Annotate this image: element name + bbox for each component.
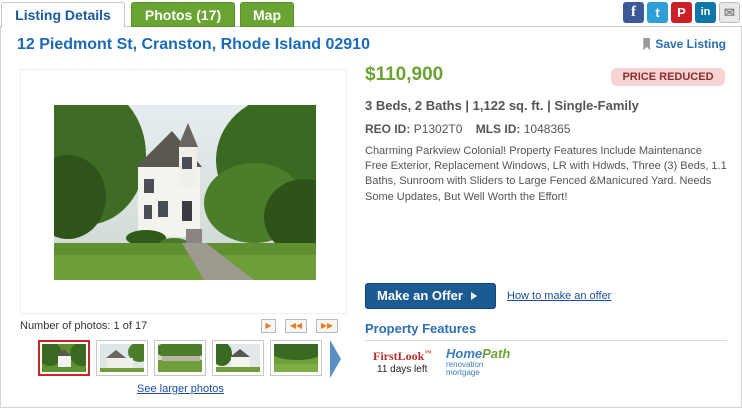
photo-thumbnail-4[interactable] xyxy=(212,340,264,376)
listing-address-title: 12 Piedmont St, Cranston, Rhode Island 0… xyxy=(17,36,370,53)
property-features-divider xyxy=(365,340,727,341)
photo-thumbnail-3[interactable] xyxy=(154,340,206,376)
listing-ids: REO ID: P1302T0 MLS ID: 1048365 xyxy=(365,122,570,136)
photo-thumbnail-5[interactable] xyxy=(270,340,322,376)
photo-count-text: Number of photos: 1 of 17 xyxy=(20,320,148,332)
main-photo-frame xyxy=(20,69,347,314)
price-reduced-badge: PRICE REDUCED xyxy=(611,68,725,86)
photo-thumbnail-2[interactable] xyxy=(96,340,148,376)
firstlook-days-left: 11 days left xyxy=(377,364,428,375)
how-to-make-an-offer-link[interactable]: How to make an offer xyxy=(507,290,611,302)
twitter-icon[interactable]: t xyxy=(647,2,668,23)
firstlook-logo-text: FirstLook xyxy=(373,349,425,363)
thumbnail-next-arrow[interactable] xyxy=(330,340,341,378)
tab-map[interactable]: Map xyxy=(240,2,294,27)
make-an-offer-button[interactable]: Make an Offer xyxy=(365,283,496,309)
email-icon[interactable]: ✉ xyxy=(719,2,740,23)
firstlook-trademark: ™ xyxy=(424,349,432,357)
main-photo[interactable] xyxy=(54,105,316,280)
mls-id-value: 1048365 xyxy=(523,122,571,136)
pinterest-icon[interactable]: P xyxy=(671,2,692,23)
homepath-logo: HomePath xyxy=(446,346,510,361)
linkedin-icon[interactable]: in xyxy=(695,2,716,23)
homepath-logo-home: Home xyxy=(446,346,483,361)
save-listing-button[interactable]: Save Listing xyxy=(643,37,726,51)
homepath-tagline-line2: mortgage xyxy=(446,368,480,377)
homepath-logo-path: Path xyxy=(482,346,511,361)
slideshow-play-button[interactable]: ▶ xyxy=(261,319,276,333)
social-share-bar: f t P in ✉ xyxy=(623,2,740,23)
mls-id-label: MLS ID: xyxy=(475,122,521,136)
listing-price: $110,900 xyxy=(365,64,444,85)
previous-photo-button[interactable]: ◀◀ xyxy=(285,319,307,333)
play-arrow-icon xyxy=(470,291,477,300)
reo-id-value: P1302T0 xyxy=(413,122,463,136)
property-description: Charming Parkview Colonial! Property Fea… xyxy=(365,145,727,203)
property-features-heading: Property Features xyxy=(365,321,477,336)
homepath-tagline: renovation mortgage xyxy=(446,361,483,377)
save-listing-label: Save Listing xyxy=(655,37,726,51)
tab-photos[interactable]: Photos (17) xyxy=(131,2,235,27)
bookmark-icon xyxy=(643,37,651,51)
facebook-icon[interactable]: f xyxy=(623,2,644,23)
firstlook-logo: FirstLook™ xyxy=(373,349,431,364)
tab-listing-details[interactable]: Listing Details xyxy=(1,2,125,28)
property-summary: 3 Beds, 2 Baths | 1,122 sq. ft. | Single… xyxy=(365,98,639,113)
make-an-offer-label: Make an Offer xyxy=(377,288,463,303)
next-photo-button[interactable]: ▶▶ xyxy=(316,319,338,333)
reo-id-label: REO ID: xyxy=(365,122,411,136)
photo-thumbnail-1[interactable] xyxy=(38,340,90,376)
see-larger-photos-link[interactable]: See larger photos xyxy=(137,383,224,395)
